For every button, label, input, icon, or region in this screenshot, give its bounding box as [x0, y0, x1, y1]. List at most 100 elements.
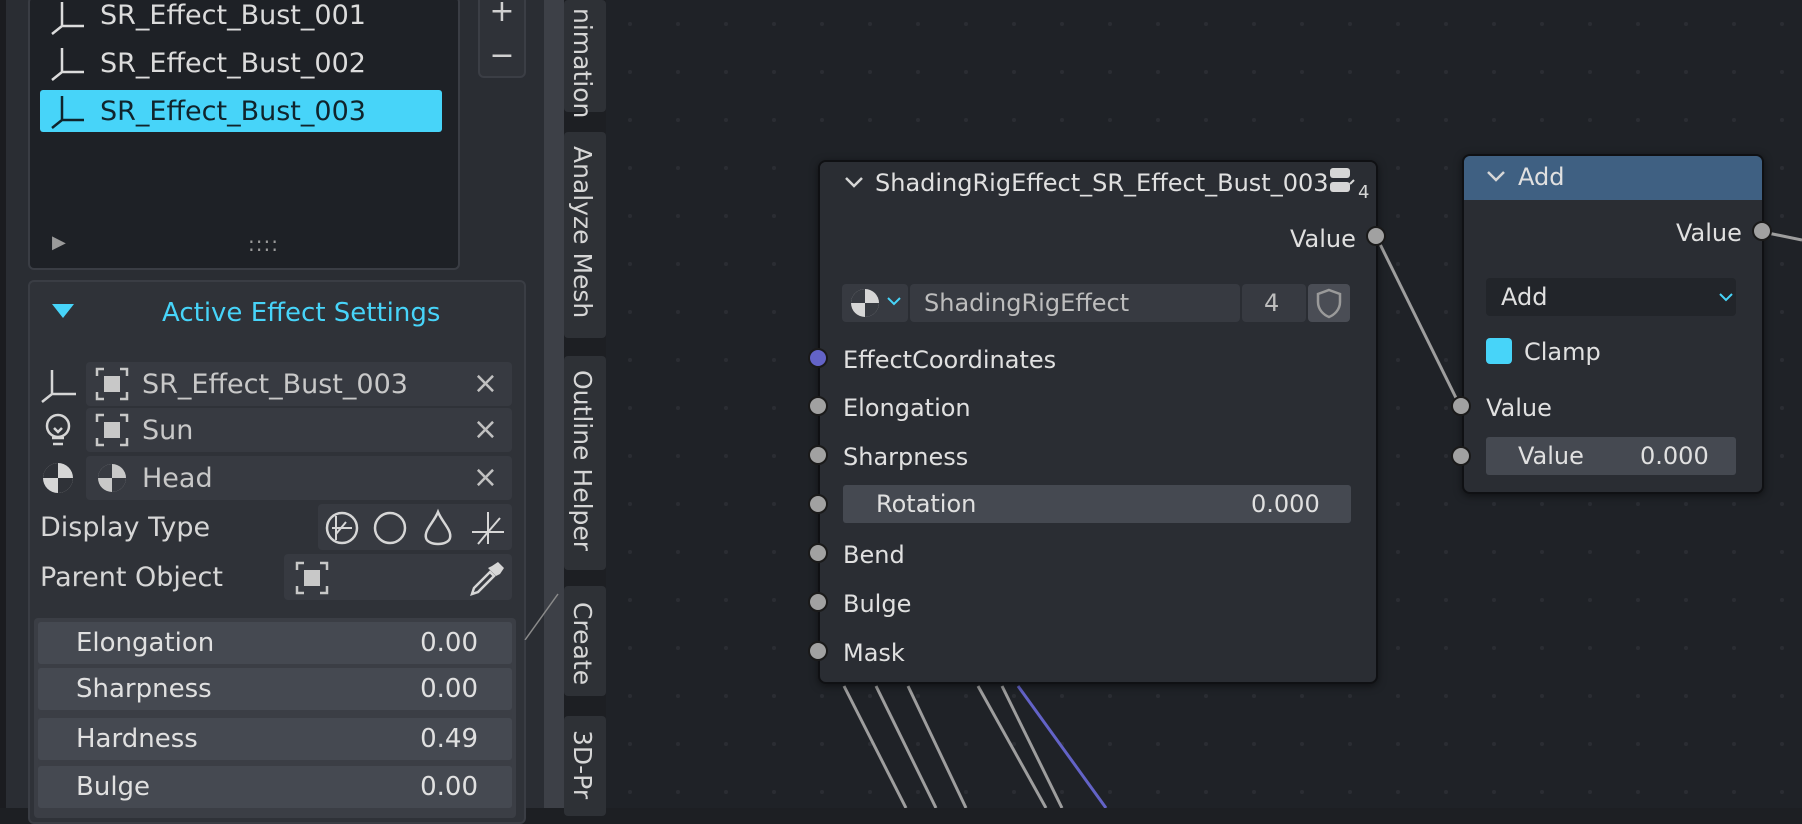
input-socket-mask[interactable]	[808, 641, 828, 661]
input-socket-value-1[interactable]	[1451, 396, 1471, 416]
output-socket-value[interactable]	[1366, 226, 1386, 246]
material-icon	[848, 286, 882, 324]
list-buttons: + −	[478, 0, 526, 78]
input-label: Sharpness	[843, 443, 969, 471]
object-box-icon	[294, 560, 330, 600]
slider-label: Bulge	[76, 772, 151, 802]
display-type-label: Display Type	[40, 512, 211, 543]
elongation-slider[interactable]: Elongation 0.00	[38, 622, 512, 664]
output-socket-value[interactable]	[1752, 221, 1772, 241]
slider-value: 0.00	[420, 674, 478, 704]
empty-axes-icon	[40, 42, 90, 84]
slider-label: Hardness	[76, 724, 198, 754]
input-socket-bend[interactable]	[808, 543, 828, 563]
tab-animation[interactable]: nimation	[564, 0, 606, 118]
input-socket-value-2[interactable]	[1451, 446, 1471, 466]
slider-label: Sharpness	[76, 674, 212, 704]
display-mode-drop-icon[interactable]	[418, 508, 458, 552]
clamp-checkbox[interactable]	[1486, 338, 1512, 364]
list-item-label: SR_Effect_Bust_002	[100, 47, 366, 79]
list-item-label: SR_Effect_Bust_003	[100, 95, 366, 127]
clear-field-button[interactable]: ×	[473, 460, 498, 495]
object-box-icon	[95, 367, 129, 401]
tab-label: nimation	[568, 8, 597, 119]
field-value: Sun	[142, 414, 194, 446]
list-item[interactable]: SR_Effect_Bust_001	[40, 0, 442, 36]
input-label: Value	[1486, 394, 1552, 422]
region-divider[interactable]	[544, 0, 564, 808]
shield-icon	[1316, 288, 1342, 319]
tab-label: 3D-Pr	[568, 730, 597, 800]
expand-triangle-icon[interactable]: ▶	[52, 232, 66, 253]
empty-axes-icon	[40, 90, 90, 132]
chevron-down-icon	[1716, 288, 1736, 312]
input-socket-sharpness[interactable]	[808, 445, 828, 465]
input-socket-elongation[interactable]	[808, 396, 828, 416]
add-item-button[interactable]: +	[480, 0, 524, 32]
display-mode-plain-axes-icon[interactable]	[468, 508, 508, 552]
object-box-icon	[95, 413, 129, 447]
effects-list	[28, 0, 460, 270]
node-header[interactable]	[1464, 156, 1762, 200]
empty-axes-icon	[34, 362, 80, 406]
input-label: Value	[1518, 442, 1584, 470]
node-group-icon	[1328, 164, 1356, 202]
tab-create[interactable]: Create	[564, 586, 606, 696]
eyedropper-icon[interactable]	[466, 558, 506, 602]
chevron-down-icon[interactable]	[842, 170, 866, 200]
list-item[interactable]: SR_Effect_Bust_002	[40, 42, 442, 84]
input-socket-bulge[interactable]	[808, 592, 828, 612]
clear-field-button[interactable]: ×	[473, 412, 498, 447]
input-socket-effect-coordinates[interactable]	[808, 348, 828, 368]
material-icon	[34, 456, 80, 500]
remove-item-button[interactable]: −	[480, 36, 524, 76]
list-item-label: SR_Effect_Bust_001	[100, 0, 366, 31]
parent-object-label: Parent Object	[40, 562, 223, 593]
output-label: Value	[1676, 219, 1742, 247]
clear-field-button[interactable]: ×	[473, 366, 498, 401]
value-number: 0.000	[1640, 442, 1709, 470]
panel-title: Active Effect Settings	[162, 298, 441, 328]
list-item-selected[interactable]: SR_Effect_Bust_003	[40, 90, 442, 132]
datablock-name: ShadingRigEffect	[924, 289, 1130, 317]
users-count: 4	[1264, 289, 1280, 317]
material-field[interactable]: Head ×	[86, 456, 512, 500]
effect-object-field[interactable]: SR_Effect_Bust_003 ×	[86, 362, 512, 406]
divider-line-segment	[524, 593, 559, 640]
slider-value: 0.00	[420, 772, 478, 802]
material-icon	[98, 464, 126, 492]
operation-value: Add	[1501, 283, 1548, 311]
input-label: Elongation	[843, 394, 971, 422]
sharpness-slider[interactable]: Sharpness 0.00	[38, 668, 512, 710]
input-label: Bend	[843, 541, 905, 569]
node-title: Add	[1518, 163, 1565, 191]
tab-3d-print[interactable]: 3D-Pr	[564, 716, 606, 816]
field-value: SR_Effect_Bust_003	[142, 368, 408, 400]
input-label: Mask	[843, 639, 905, 667]
hardness-slider[interactable]: Hardness 0.49	[38, 718, 512, 760]
node-title: ShadingRigEffect_SR_Effect_Bust_003	[875, 169, 1329, 197]
fake-user-button[interactable]	[1308, 284, 1350, 322]
input-label: Rotation	[876, 490, 977, 518]
empty-axes-icon	[40, 0, 90, 36]
output-label: Value	[1290, 225, 1356, 253]
light-object-field[interactable]: Sun ×	[86, 408, 512, 452]
chevron-down-icon	[884, 292, 904, 316]
light-bulb-icon	[34, 408, 80, 452]
tab-outline-helper[interactable]: Outline Helper	[564, 356, 606, 570]
bulge-slider[interactable]: Bulge 0.00	[38, 766, 512, 808]
slider-value: 0.00	[420, 628, 478, 658]
region-edge	[0, 0, 6, 808]
tab-label: Outline Helper	[568, 370, 597, 552]
input-socket-rotation[interactable]	[808, 494, 828, 514]
display-mode-axes-icon[interactable]	[322, 508, 362, 552]
users-badge: 4	[1358, 182, 1370, 203]
rotation-value: 0.000	[1251, 490, 1320, 518]
display-mode-circle-icon[interactable]	[370, 508, 410, 552]
chevron-down-icon[interactable]	[1484, 164, 1508, 192]
collapse-triangle-icon[interactable]	[52, 304, 74, 318]
slider-value: 0.49	[420, 724, 478, 754]
list-resize-grip[interactable]: ::::	[248, 232, 279, 256]
tab-analyze-mesh[interactable]: Analyze Mesh	[564, 132, 606, 338]
slider-label: Elongation	[76, 628, 215, 658]
